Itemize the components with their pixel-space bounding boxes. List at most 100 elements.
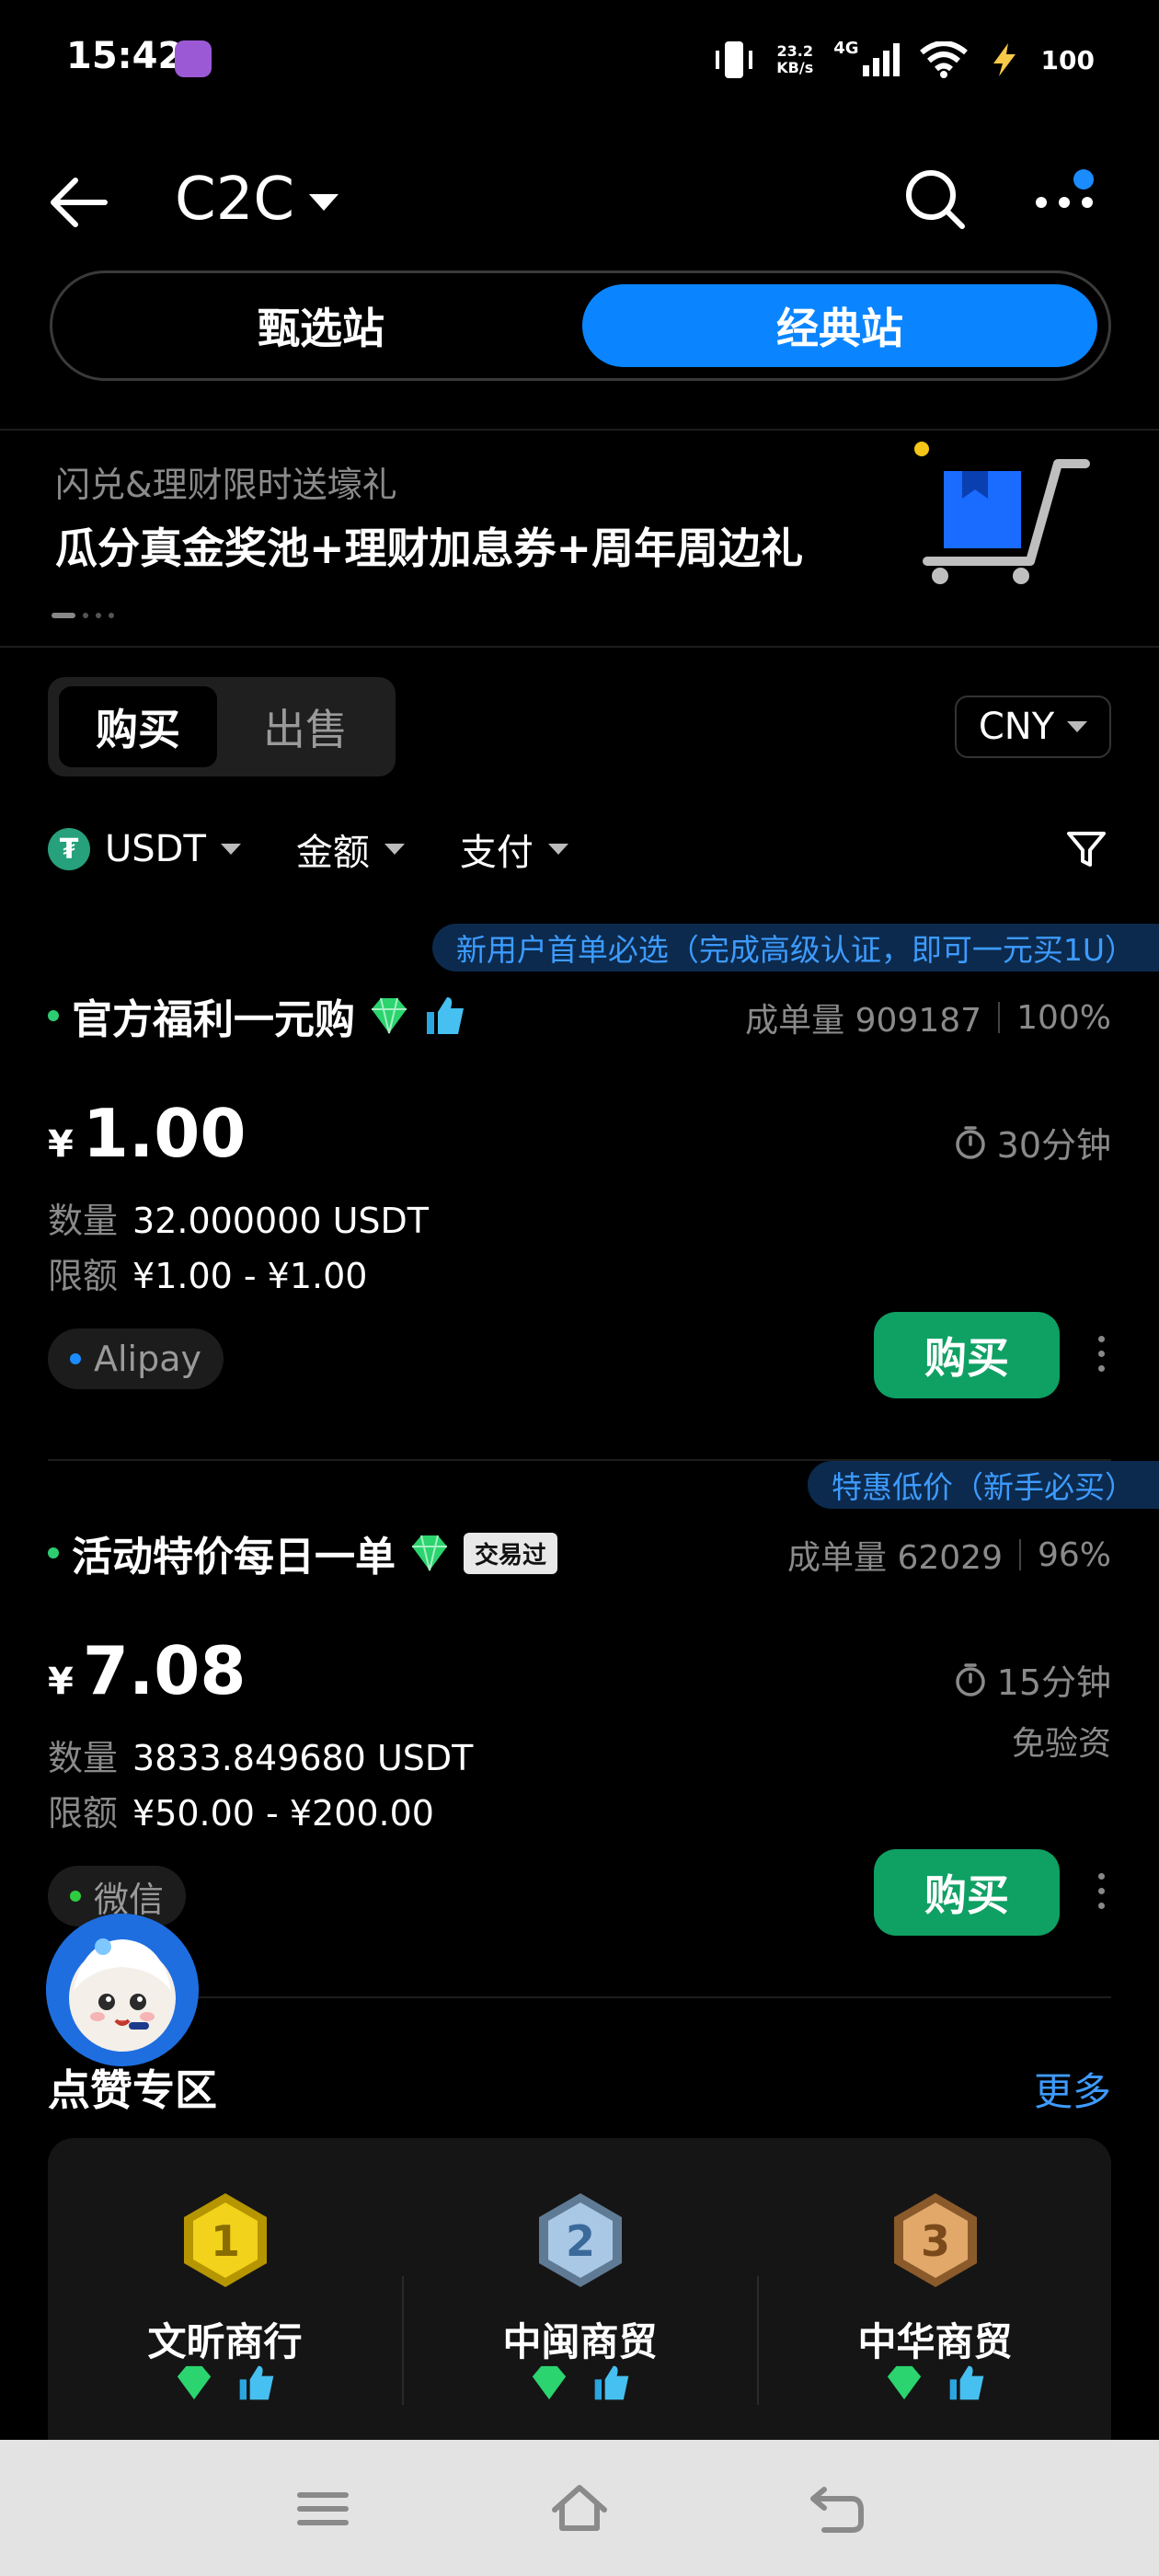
chevron-down-icon (1067, 721, 1088, 732)
charging-icon (993, 43, 1016, 76)
diamond-icon (177, 2365, 211, 2400)
chevron-down-icon (220, 844, 241, 855)
signal-icon: 4G (833, 39, 900, 76)
filter-funnel-icon[interactable] (1065, 828, 1107, 870)
page-title: C2C (175, 166, 295, 234)
tab-curated-station[interactable]: 甄选站 (63, 284, 579, 367)
price: ¥ 7.08 (48, 1632, 247, 1709)
online-status-dot (48, 1547, 59, 1558)
amount-filter-label: 金额 (295, 832, 370, 874)
payment-time-limit: 30分钟 (953, 1117, 1111, 1167)
market-selector[interactable]: C2C (175, 166, 339, 234)
merchant-name: 官方福利一元购 (72, 996, 355, 1043)
limit-row: 限额 ¥1.00 - ¥1.00 (48, 1256, 368, 1296)
offer-menu-icon[interactable] (1095, 1336, 1107, 1382)
price-value: 7.08 (82, 1632, 247, 1709)
offer-tag: 新用户首单必选（完成高级认证，即可一元买1U） (431, 924, 1159, 972)
usdt-icon: ₮ (48, 828, 90, 870)
merchant-name-row[interactable]: 官方福利一元购 (48, 986, 467, 1045)
price: ¥ 1.00 (48, 1095, 247, 1172)
quantity-row: 数量 32.000000 USDT (48, 1201, 429, 1241)
orders-count: 909187 (855, 1002, 982, 1040)
quantity-value: 3833.849680 USDT (132, 1738, 474, 1778)
thumbs-up-icon (239, 2365, 273, 2400)
status-time: 15:42 (66, 35, 184, 77)
diamond-icon (412, 1535, 447, 1571)
network-speed: 23.2 KB/s (776, 42, 814, 76)
thumbs-up-icon (594, 2365, 628, 2400)
diamond-icon (372, 997, 407, 1034)
amount-filter[interactable]: 金额 (296, 822, 405, 876)
orders-label: 成单量 (786, 1539, 887, 1577)
banner-title: 瓜分真金奖池+理财加息券+周年周边礼 (55, 523, 804, 573)
status-indicators: 23.2 KB/s 4G 100 (712, 37, 1095, 83)
timer-icon (955, 1125, 985, 1159)
banner-subtitle: 闪兑&理财限时送壕礼 (55, 465, 397, 505)
wifi-icon (919, 41, 968, 78)
diamond-icon (532, 2365, 566, 2400)
chevron-down-icon (384, 844, 405, 855)
coin-filter[interactable]: ₮ USDT (48, 828, 241, 870)
quantity-row: 数量 3833.849680 USDT (48, 1738, 474, 1778)
price-value: 1.00 (82, 1095, 247, 1172)
tab-classic-station[interactable]: 经典站 (582, 284, 1097, 367)
timer-icon (955, 1662, 985, 1696)
like-zone-title: 点赞专区 (48, 2065, 217, 2115)
merchant-name-row[interactable]: 活动特价每日一单 交易过 (48, 1524, 558, 1582)
vibrate-icon (716, 41, 753, 78)
limit-row: 限额 ¥50.00 - ¥200.00 (48, 1793, 434, 1834)
limit-value: ¥50.00 - ¥200.00 (132, 1793, 434, 1834)
payment-filter[interactable]: 支付 (460, 822, 568, 876)
chevron-down-icon (309, 194, 339, 211)
divider (0, 429, 1159, 431)
notification-dot (1073, 169, 1094, 190)
medal-rank: 2 (566, 2216, 595, 2266)
customer-support-avatar[interactable] (46, 1914, 199, 2066)
battery-level: 100 (1040, 44, 1095, 75)
bronze-medal-icon: 3 (894, 2193, 977, 2287)
filter-bar: ₮ USDT 金额 支付 (48, 822, 568, 876)
back-arrow-icon[interactable] (48, 175, 109, 230)
medal-rank: 1 (211, 2216, 240, 2266)
gold-medal-icon: 1 (184, 2193, 267, 2287)
search-icon[interactable] (903, 167, 968, 232)
buy-button[interactable]: 购买 (874, 1312, 1060, 1398)
app-notification-icon (175, 40, 212, 77)
orders-label: 成单量 (745, 1002, 845, 1040)
orders-count: 62029 (897, 1539, 1003, 1577)
merchant-stats: 成单量 909187 100% (745, 994, 1111, 1041)
thumbs-up-icon (949, 2365, 983, 2400)
thumbs-up-icon (427, 997, 464, 1034)
merchant-stats: 成单量 62029 96% (787, 1531, 1111, 1579)
offer-menu-icon[interactable] (1095, 1873, 1107, 1919)
trade-direction-toggle: 购买 出售 (48, 677, 396, 776)
medal-rank: 3 (921, 2216, 950, 2266)
back-icon[interactable] (804, 2477, 868, 2541)
divider (0, 646, 1159, 648)
diamond-icon (887, 2365, 921, 2400)
quantity-value: 32.000000 USDT (132, 1201, 429, 1241)
completion-rate: 96% (1037, 1535, 1111, 1574)
limit-value: ¥1.00 - ¥1.00 (132, 1256, 368, 1296)
menu-icon[interactable] (291, 2477, 355, 2541)
system-navigation-bar (0, 2440, 1159, 2576)
buy-button[interactable]: 购买 (874, 1849, 1060, 1936)
coin-filter-label: USDT (105, 828, 206, 870)
chevron-down-icon (547, 844, 568, 855)
station-toggle: 甄选站 经典站 (50, 270, 1111, 381)
no-verification-label: 免验资 (1011, 1725, 1111, 1763)
tab-sell[interactable]: 出售 (226, 686, 384, 767)
currency-selector[interactable]: CNY (955, 696, 1111, 758)
merchant-name: 中闽商贸 (502, 2319, 658, 2364)
tab-buy[interactable]: 购买 (59, 686, 217, 767)
like-zone-more-link[interactable]: 更多 (1034, 2061, 1111, 2117)
divider (48, 1996, 1111, 1998)
payment-filter-label: 支付 (459, 832, 534, 874)
currency-symbol: ¥ (48, 1123, 74, 1166)
home-icon[interactable] (547, 2477, 612, 2541)
offer-tag: 特惠低价（新手必买） (808, 1461, 1159, 1509)
more-options-icon[interactable] (1032, 189, 1096, 216)
merchant-name: 中华商贸 (857, 2319, 1013, 2364)
completion-rate: 100% (1016, 998, 1111, 1037)
shopping-cart-icon (914, 442, 1090, 584)
